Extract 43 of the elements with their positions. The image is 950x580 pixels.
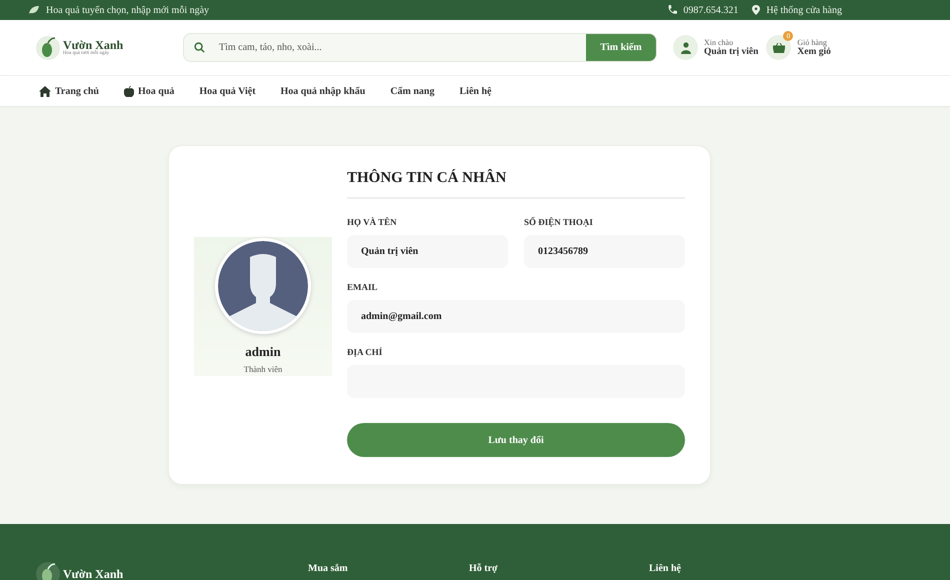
search-field[interactable]: Tìm cam, táo, nho, xoài... Tìm kiếm	[183, 33, 657, 62]
fruit-logo-icon	[36, 562, 60, 580]
footer-brand: Vườn Xanh	[63, 566, 124, 580]
nav-item[interactable]: Trang chủ	[39, 86, 99, 96]
input-field[interactable]: admin@gmail.com	[347, 300, 685, 333]
stores-link[interactable]: Hệ thống cửa hàng	[766, 4, 842, 16]
field-label: HỌ VÀ TÊN	[347, 217, 398, 227]
view-cart-link[interactable]: Xem giỏ	[797, 47, 831, 57]
home-icon	[39, 86, 51, 96]
search-button[interactable]: Tìm kiếm	[586, 34, 656, 61]
user-icon	[680, 42, 690, 54]
cart-label: Giỏ hàng	[797, 38, 828, 47]
input-field[interactable]: Quản trị viên	[347, 235, 508, 268]
nav-item[interactable]: Hoa quả Việt	[199, 86, 256, 96]
brand-name: Vườn Xanh	[63, 39, 124, 51]
avatar-icon	[215, 238, 311, 334]
search-icon	[194, 42, 205, 53]
tagline: Hoa quả tuyển chọn, nhập mới mỗi ngày	[46, 4, 210, 16]
basket-icon	[772, 42, 785, 52]
field-label: SỐ ĐIỆN THOẠI	[524, 217, 594, 227]
input-field[interactable]: 0123456789	[524, 235, 685, 268]
account-button[interactable]	[673, 35, 698, 60]
phone-icon	[667, 5, 678, 15]
apple-icon	[124, 86, 134, 96]
location-pin-icon	[752, 5, 760, 15]
user-role: Thành viên	[244, 364, 282, 374]
save-button[interactable]: Lưu thay đổi	[347, 423, 685, 457]
footer-heading: Mua sắm	[308, 563, 349, 574]
nav-item[interactable]: Liên hệ	[460, 86, 492, 96]
form-title: THÔNG TIN CÁ NHÂN	[347, 170, 685, 199]
nav-item[interactable]: Hoa quả nhập khẩu	[280, 86, 366, 96]
footer-heading: Liên hệ	[649, 563, 681, 574]
fruit-logo-icon	[36, 36, 60, 60]
footer-heading: Hỗ trợ	[469, 563, 499, 574]
account-name[interactable]: Quản trị viên	[704, 47, 758, 57]
phone-link[interactable]: 0987.654.321	[683, 4, 738, 16]
greeting: Xin chào	[704, 38, 734, 47]
field-label: EMAIL	[347, 282, 379, 292]
nav-item[interactable]: Cẩm nang	[390, 86, 434, 96]
leaf-icon	[28, 5, 40, 15]
nav-item[interactable]: Hoa quả	[124, 86, 174, 96]
field-label: ĐỊA CHỈ	[347, 347, 384, 357]
username: admin	[245, 344, 281, 360]
